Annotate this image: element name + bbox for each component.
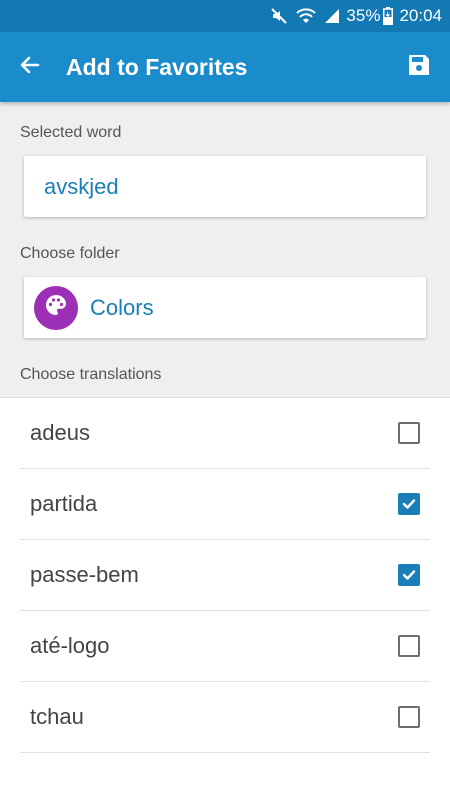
translation-text: passe-bem xyxy=(30,562,139,587)
wifi-icon xyxy=(296,7,317,25)
status-bar: 35% 20:04 xyxy=(0,0,450,32)
translation-row[interactable]: adeus xyxy=(20,398,430,469)
signal-icon xyxy=(324,8,340,24)
checkbox-unchecked[interactable] xyxy=(398,422,420,444)
battery-icon xyxy=(383,7,394,25)
selected-word-card[interactable]: avskjed xyxy=(24,156,426,217)
folder-selector[interactable]: Colors xyxy=(24,277,426,338)
folder-badge xyxy=(34,285,78,330)
translation-text: até-logo xyxy=(30,633,110,658)
translation-text: adeus xyxy=(30,420,90,445)
translation-row[interactable]: até-logo xyxy=(20,611,430,682)
app-bar: Add to Favorites xyxy=(0,32,450,102)
selected-word-value: avskjed xyxy=(44,173,119,199)
translation-row[interactable]: partida xyxy=(20,469,430,540)
palette-icon xyxy=(44,293,68,322)
translation-row[interactable]: tchau xyxy=(20,682,430,753)
form-area: Selected word avskjed Choose folder Colo… xyxy=(0,102,450,397)
selected-word-label: Selected word xyxy=(20,124,122,141)
arrow-back-icon xyxy=(18,53,42,82)
mute-icon xyxy=(270,7,288,25)
checkbox-unchecked[interactable] xyxy=(398,706,420,728)
save-button[interactable] xyxy=(402,50,436,84)
choose-translations-label: Choose translations xyxy=(20,366,162,383)
translation-text: tchau xyxy=(30,704,84,729)
translation-list: adeus partida passe-bem até-logo tchau xyxy=(0,397,450,753)
save-icon xyxy=(407,53,431,82)
checkbox-checked[interactable] xyxy=(398,564,420,586)
back-button[interactable] xyxy=(0,32,60,102)
folder-name: Colors xyxy=(90,294,154,320)
checkbox-checked[interactable] xyxy=(398,493,420,515)
battery-percent: 35% xyxy=(346,6,381,25)
check-icon xyxy=(402,499,416,509)
translation-text: partida xyxy=(30,491,98,516)
page-title: Add to Favorites xyxy=(66,53,248,80)
check-icon xyxy=(402,570,416,580)
status-time: 20:04 xyxy=(399,6,442,25)
translation-row[interactable]: passe-bem xyxy=(20,540,430,611)
checkbox-unchecked[interactable] xyxy=(398,635,420,657)
choose-folder-label: Choose folder xyxy=(20,245,120,262)
